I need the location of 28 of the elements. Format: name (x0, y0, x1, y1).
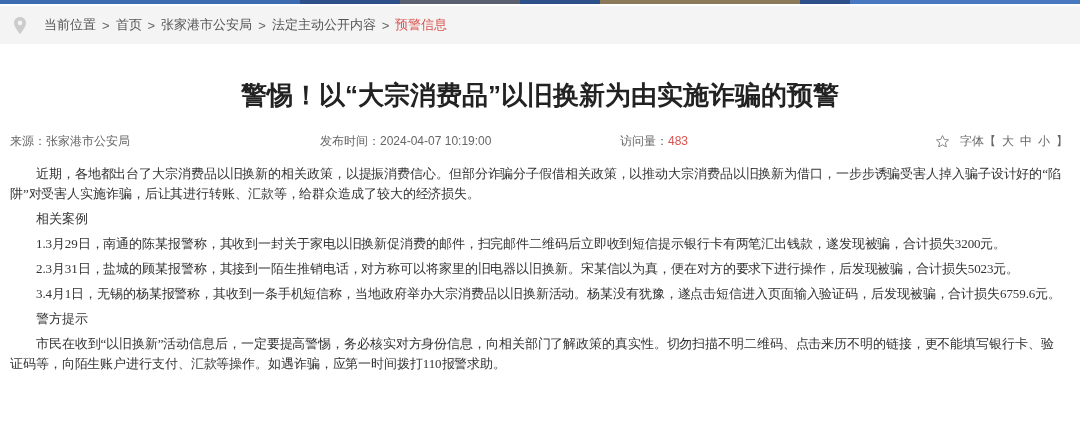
font-size-link[interactable]: 小 (1038, 132, 1050, 150)
paragraph: 3.4月1日，无锡的杨某报警称，其收到一条手机短信称，当地政府举办大宗消费品以旧换新活动。杨某没有犹豫，遂点击短信进入页面输入验证码，后发现被骗，合计损失6759.6元。 (35, 285, 1062, 304)
breadcrumb-link[interactable]: 预警信息 (395, 16, 448, 34)
source-text: 来源：张家港市公安局 (10, 132, 131, 150)
location-pin-icon (14, 16, 26, 34)
paragraph: 近期，各地都出台了大宗消费品以旧换新的相关政策，以提振消费信心。但部分诈骗分子假借相关政策，以推动大宗消费品以旧换新为借口，一步步诱骗受害人掉入骗子设计好的“陷阱”对受害人实施诈骗，后让其进行转账、汇款等，给群众造成了较大的经济损失。 (10, 165, 1062, 204)
breadcrumb-link[interactable]: 首页 (115, 16, 142, 34)
paragraph: 相关案例 (35, 210, 89, 229)
breadcrumb-link[interactable]: 张家港市公安局 (161, 16, 253, 34)
publish-time: 发布时间：2024-04-07 10:19:00 (320, 132, 493, 150)
breadcrumb-separator: > (102, 17, 110, 33)
breadcrumb-separator: > (147, 17, 156, 33)
views-count: 483 (668, 133, 689, 148)
font-size-label: 字体【 (960, 132, 996, 150)
paragraph: 市民在收到“以旧换新”活动信息后，一定要提高警惕，务必核实对方身份信息，向相关部门了解政策的真实性。切勿扫描不明二维码、点击来历不明的链接，更不能填写银行卡、验证码等，向陌生账户进行支付、汇款等操作。如遇诈骗，应第一时间拨打110报警求助。 (10, 335, 1055, 374)
paragraph: 1.3月29日，南通的陈某报警称，其收到一封关于家电以旧换新促消费的邮件，扫完邮件二维码后立即收到短信提示银行卡有两笔汇出钱款，遂发现被骗，合计损失3200元。 (35, 235, 1008, 254)
font-size-link[interactable]: 大 (1002, 132, 1014, 150)
paragraph: 2.3月31日，盐城的顾某报警称，其接到一陌生推销电话，对方称可以将家里的旧电器以旧换新。宋某信以为真，便在对方的要求下进行操作，后发现被骗，合计损失5023元。 (35, 260, 1021, 279)
breadcrumb-separator: > (381, 17, 390, 33)
breadcrumb-link[interactable]: 法定主动公开内容 (271, 16, 376, 34)
font-size-link[interactable]: 中 (1020, 132, 1032, 150)
location-label: 当前位置 (44, 16, 96, 34)
article-title: 警惕！以“大宗消费品”以旧换新为由实施诈骗的预警 (240, 80, 840, 112)
breadcrumb-separator: > (258, 17, 266, 33)
paragraph: 警方提示 (35, 310, 89, 329)
views-label: 访问量： (620, 133, 668, 148)
star-icon[interactable] (935, 133, 950, 149)
bracket-text: 】 (1056, 132, 1068, 150)
